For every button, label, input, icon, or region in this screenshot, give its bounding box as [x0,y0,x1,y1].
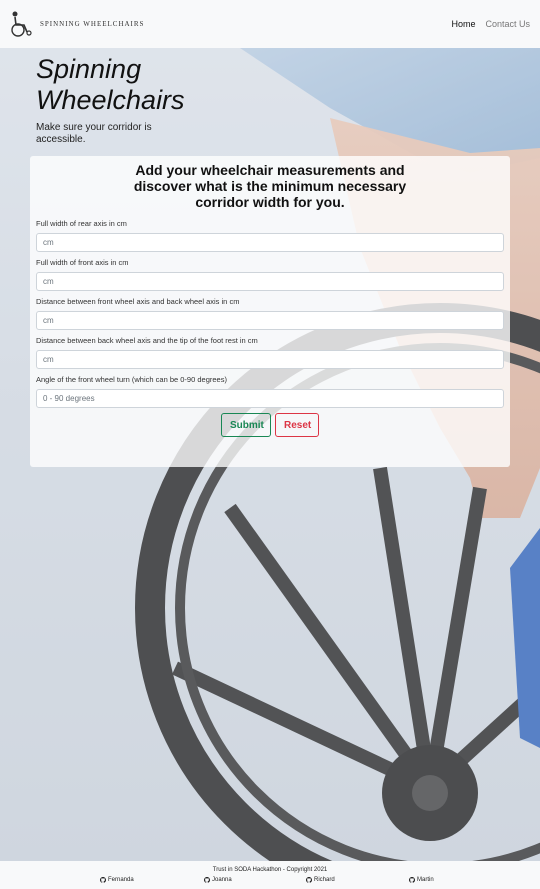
github-icon [306,877,312,883]
rear-axis-width-label: Full width of rear axis in cm [36,219,127,228]
rear-axis-width-field: Full width of rear axis in cm [36,218,504,252]
form-actions: Submit Reset [36,413,504,437]
footer-author-name: Richard [314,877,335,883]
front-axis-width-input[interactable] [36,272,504,291]
submit-button[interactable]: Submit [221,413,271,437]
footer-copyright: Trust in SODA Hackathon - Copyright 2021 [212,867,328,873]
footrest-distance-field: Distance between back wheel axis and the… [36,335,504,369]
wheelchair-logo-icon [11,11,32,37]
brand-text: Spinning Wheelchairs [40,20,145,28]
footrest-distance-label: Distance between back wheel axis and the… [36,336,258,345]
reset-button[interactable]: Reset [275,413,319,437]
footer-author-name: Joanna [212,877,232,883]
footer-author-link-joanna[interactable]: Joanna [204,877,232,883]
footer-author-link-richard[interactable]: Richard [306,877,335,883]
navbar: Spinning Wheelchairs Home Contact Us [0,0,540,48]
rear-axis-width-input[interactable] [36,233,504,252]
nav-link-home[interactable]: Home [451,19,475,29]
wheel-turn-angle-label: Angle of the front wheel turn (which can… [36,375,227,384]
page-subtitle: Make sure your corridor is accessible. [36,122,152,145]
github-icon [409,877,415,883]
page-title: Spinning Wheelchairs [36,54,185,115]
wheel-turn-angle-input[interactable] [36,389,504,408]
axis-distance-input[interactable] [36,311,504,330]
nav-link-contact-us[interactable]: Contact Us [485,19,530,29]
front-axis-width-label: Full width of front axis in cm [36,258,129,267]
footer-author-link-martin[interactable]: Martin [409,877,434,883]
brand[interactable]: Spinning Wheelchairs [10,10,144,38]
front-axis-width-field: Full width of front axis in cm [36,257,504,291]
github-icon [100,877,106,883]
form-heading: Add your wheelchair measurements and dis… [133,162,407,210]
axis-distance-field: Distance between front wheel axis and ba… [36,296,504,330]
corridor-width-form: Add your wheelchair measurements and dis… [30,156,510,467]
wheel-turn-angle-field: Angle of the front wheel turn (which can… [36,374,504,408]
footer: Trust in SODA Hackathon - Copyright 2021… [0,861,540,889]
footer-author-name: Martin [417,877,434,883]
axis-distance-label: Distance between front wheel axis and ba… [36,297,240,306]
footer-author-link-fernanda[interactable]: Fernanda [100,877,134,883]
nav-links: Home Contact Us [451,19,530,29]
footer-author-name: Fernanda [108,877,134,883]
footrest-distance-input[interactable] [36,350,504,369]
github-icon [204,877,210,883]
